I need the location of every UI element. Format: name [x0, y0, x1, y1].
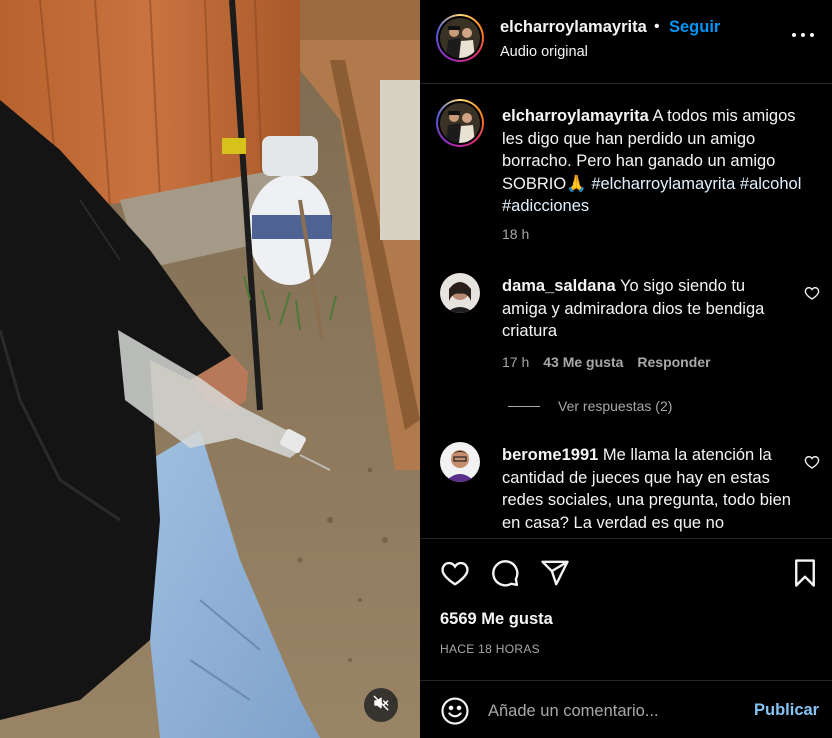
commenter-avatar[interactable] [440, 442, 480, 482]
post-actions: 6569 Me gusta HACE 18 HORAS [420, 538, 832, 680]
header-separator: • [654, 18, 660, 35]
comment-likes-count[interactable]: 43 Me gusta [543, 354, 623, 370]
save-button[interactable] [790, 558, 820, 588]
mute-toggle-button[interactable] [364, 688, 398, 722]
caption-timestamp[interactable]: 18 h [502, 226, 529, 242]
caption-avatar[interactable] [436, 99, 484, 147]
share-button[interactable] [540, 558, 570, 588]
comments-list[interactable]: elcharroylamayrita A todos mis amigos le… [420, 85, 832, 538]
hashtag[interactable]: #adicciones [502, 197, 589, 215]
follow-button[interactable]: Seguir [669, 18, 720, 37]
emoji-button[interactable] [440, 696, 470, 726]
audio-link[interactable]: Audio original [500, 44, 588, 60]
hashtag[interactable]: #alcohol [740, 175, 801, 193]
share-icon [540, 560, 570, 592]
post-details-panel: elcharroylamayrita • Seguir Audio origin… [420, 0, 832, 738]
author-avatar[interactable] [436, 14, 484, 62]
post-header: elcharroylamayrita • Seguir Audio origin… [420, 0, 832, 84]
comment-like-button[interactable] [804, 285, 820, 301]
commenter-avatar[interactable] [440, 273, 480, 313]
view-replies-label: Ver respuestas (2) [558, 398, 673, 414]
heart-icon [804, 455, 820, 474]
reply-button[interactable]: Responder [637, 354, 710, 370]
comment-input[interactable] [488, 699, 744, 723]
caption-body: elcharroylamayrita A todos mis amigos le… [502, 105, 812, 218]
caption-username[interactable]: elcharroylamayrita [502, 107, 649, 125]
replies-divider [508, 405, 540, 407]
comment-timestamp[interactable]: 17 h [502, 354, 529, 370]
comment-body: berome1991 Me llama la atención la canti… [502, 444, 794, 534]
comment-button[interactable] [490, 558, 520, 588]
comment-like-button[interactable] [804, 454, 820, 470]
more-options-button[interactable] [792, 24, 814, 46]
comment-body: dama_saldana Yo sigo siendo tu amiga y a… [502, 275, 794, 343]
emoji-icon [440, 697, 470, 730]
view-replies-button[interactable]: Ver respuestas (2) [508, 398, 672, 414]
heart-icon [804, 286, 820, 305]
volume-muted-icon [373, 695, 389, 716]
post-timestamp[interactable]: HACE 18 HORAS [440, 642, 540, 656]
hashtag[interactable]: #elcharroylamayrita [591, 175, 735, 193]
post-media[interactable] [0, 0, 420, 738]
caption-emoji: 🙏 [566, 174, 587, 193]
likes-count[interactable]: 6569 Me gusta [440, 610, 553, 629]
more-horizontal-icon [792, 33, 796, 37]
author-username[interactable]: elcharroylamayrita [500, 18, 647, 37]
add-comment-bar: Publicar [420, 680, 832, 738]
comment-username[interactable]: dama_saldana [502, 277, 616, 295]
like-button[interactable] [440, 558, 470, 588]
comment-icon [490, 560, 520, 592]
video-frame [0, 0, 420, 738]
heart-icon [440, 561, 470, 592]
comment-username[interactable]: berome1991 [502, 446, 598, 464]
publish-button[interactable]: Publicar [754, 701, 819, 720]
bookmark-icon [790, 559, 820, 592]
comment-meta: 17 h 43 Me gusta Responder [502, 354, 711, 370]
